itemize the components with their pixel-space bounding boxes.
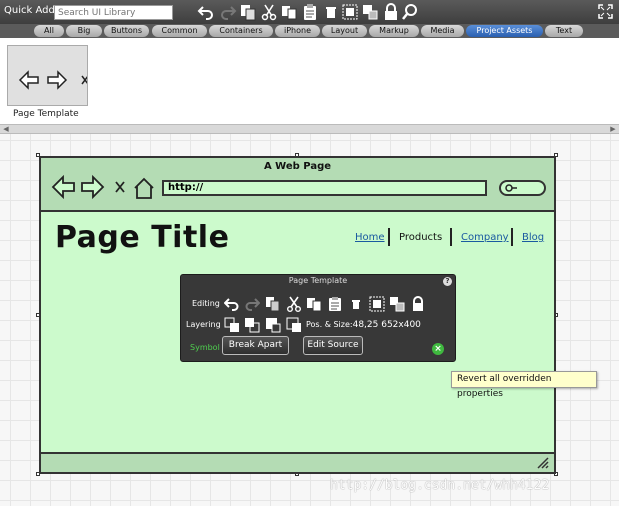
tab-containers[interactable]: Containers <box>209 25 273 37</box>
watermark: http://blog.csdn.net/whh4122 <box>330 478 550 493</box>
asset-strip: Page Template <box>0 38 619 124</box>
cut-icon[interactable] <box>286 296 302 312</box>
symbol-label: Symbol <box>190 343 220 352</box>
bring-to-front-icon[interactable] <box>224 317 240 333</box>
lock-icon[interactable] <box>382 3 400 21</box>
quick-add-label: Quick Add: <box>4 5 59 16</box>
nav-separator <box>511 228 513 246</box>
copy-icon[interactable] <box>265 296 281 312</box>
resize-grip-icon <box>537 457 549 469</box>
mockup-search-field <box>499 180 546 196</box>
delete-icon[interactable] <box>348 296 364 312</box>
edit-source-button[interactable]: Edit Source <box>303 336 363 355</box>
lock-icon[interactable] <box>410 296 426 312</box>
undo-icon[interactable] <box>197 3 215 21</box>
nav-separator <box>450 228 452 246</box>
mockup-url-bar: http:// <box>162 180 487 196</box>
mockup-page-title: Page Title <box>55 220 230 255</box>
layering-label: Layering <box>186 320 221 329</box>
undo-icon[interactable] <box>223 296 240 312</box>
mockup-window-title: A Web Page <box>263 161 332 172</box>
break-apart-button[interactable]: Break Apart <box>222 336 289 355</box>
mockup-browser-header: A Web Page http:// <box>41 158 554 212</box>
mockup-nav-products: Products <box>399 232 443 243</box>
tab-media[interactable]: Media <box>421 25 464 37</box>
panel-title: Page Template <box>288 276 348 285</box>
tab-big[interactable]: Big <box>66 25 102 37</box>
redo-icon[interactable] <box>244 296 261 312</box>
tab-iphone[interactable]: iPhone <box>275 25 320 37</box>
help-icon[interactable]: ? <box>443 277 452 286</box>
group-icon[interactable] <box>369 296 385 312</box>
mockup-footer <box>41 452 554 472</box>
tab-markup[interactable]: Markup <box>369 25 419 37</box>
mockup-nav-icons <box>51 174 154 200</box>
position-size-readout: Pos. & Size:48,25 652x400 <box>306 320 421 330</box>
ungroup-icon[interactable] <box>361 3 379 21</box>
scroll-right-icon[interactable]: ▶ <box>609 125 617 133</box>
send-backward-icon[interactable] <box>265 317 281 333</box>
scroll-left-icon[interactable]: ◀ <box>2 125 10 133</box>
group-icon[interactable] <box>341 3 359 21</box>
page-template-panel[interactable]: Page Template ? Editing Layering Pos. & … <box>180 274 456 362</box>
cut-icon[interactable] <box>260 3 278 21</box>
revert-tooltip: Revert all overridden properties <box>451 371 597 399</box>
mockup-nav-blog: Blog <box>522 232 545 243</box>
page-template-thumbnail[interactable] <box>7 45 88 106</box>
fullscreen-icon[interactable] <box>598 4 613 19</box>
tab-layout[interactable]: Layout <box>322 25 367 37</box>
tab-project-assets[interactable]: Project Assets <box>466 25 543 37</box>
delete-icon[interactable] <box>322 3 340 21</box>
duplicate-icon[interactable] <box>280 3 298 21</box>
editing-label: Editing <box>192 299 220 308</box>
tab-common[interactable]: Common <box>152 25 207 37</box>
top-toolbar: Quick Add: <box>0 0 619 24</box>
tab-text[interactable]: Text <box>545 25 583 37</box>
mockup-nav-home: Home <box>355 232 385 243</box>
revert-overrides-icon[interactable]: × <box>432 343 444 355</box>
duplicate-icon[interactable] <box>306 296 322 312</box>
position-size-label: Pos. & Size: <box>306 320 353 329</box>
copy-icon[interactable] <box>239 3 257 21</box>
nav-separator <box>388 228 390 246</box>
category-tab-bar: All Big Buttons Common Containers iPhone… <box>0 24 619 38</box>
paste-icon[interactable] <box>327 296 343 312</box>
paste-icon[interactable] <box>301 3 319 21</box>
page-template-thumbnail-label: Page Template <box>13 109 79 119</box>
redo-icon[interactable] <box>219 3 237 21</box>
bring-forward-icon[interactable] <box>244 317 260 333</box>
asset-strip-scrollbar[interactable]: ◀ ▶ <box>0 124 619 134</box>
send-to-back-icon[interactable] <box>286 317 302 333</box>
quick-add-search-input[interactable] <box>54 5 173 20</box>
tab-all[interactable]: All <box>34 25 64 37</box>
ungroup-icon[interactable] <box>389 296 405 312</box>
position-size-value: 48,25 652x400 <box>352 320 421 330</box>
mockup-nav-company: Company <box>461 232 509 243</box>
search-icon[interactable] <box>401 3 419 21</box>
tab-buttons[interactable]: Buttons <box>104 25 149 37</box>
